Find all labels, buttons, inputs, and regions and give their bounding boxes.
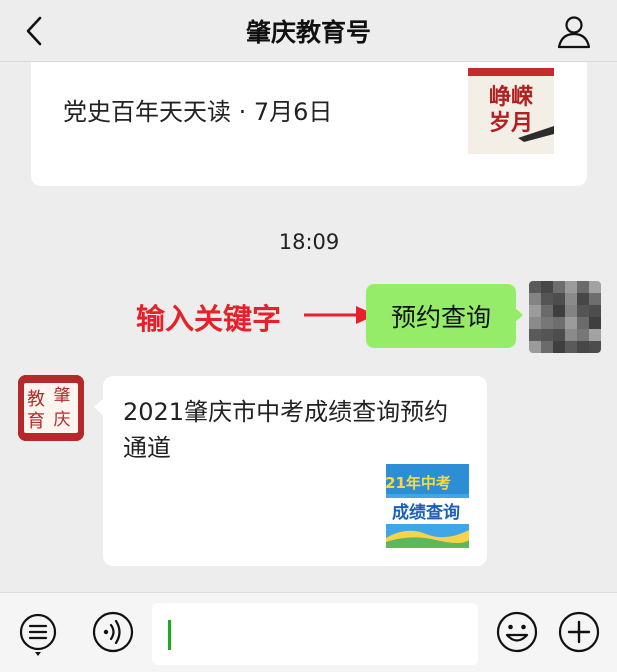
chat-title: 肇庆教育号 — [245, 17, 371, 47]
avatar-pixel — [529, 281, 541, 293]
profile-icon[interactable] — [555, 12, 593, 50]
avatar-pixel — [529, 293, 541, 305]
emoji-icon[interactable] — [495, 610, 539, 654]
svg-text:岁月: 岁月 — [489, 110, 533, 136]
bubble-tail — [513, 306, 523, 324]
avatar-pixel — [553, 317, 565, 329]
avatar-pixel — [577, 329, 589, 341]
plus-icon[interactable] — [557, 610, 601, 654]
message-timestamp: 18:09 — [278, 230, 340, 254]
avatar-pixel — [541, 317, 553, 329]
avatar-pixel — [553, 305, 565, 317]
message-input[interactable] — [152, 603, 478, 665]
avatar-pixel — [565, 329, 577, 341]
sent-message-bubble[interactable]: 预约查询 — [366, 284, 516, 348]
avatar-pixel — [529, 317, 541, 329]
avatar-pixel — [565, 341, 577, 353]
avatar-pixel — [565, 317, 577, 329]
avatar-pixel — [565, 305, 577, 317]
avatar-pixel — [565, 281, 577, 293]
input-toolbar — [0, 592, 617, 672]
back-icon[interactable] — [20, 14, 50, 48]
avatar-pixel — [529, 341, 541, 353]
avatar-pixel — [541, 329, 553, 341]
svg-text:庆: 庆 — [54, 410, 71, 430]
user-avatar[interactable] — [529, 281, 601, 353]
text-caret — [168, 620, 171, 650]
svg-text:肇: 肇 — [54, 386, 71, 406]
avatar-pixel — [541, 305, 553, 317]
avatar-pixel — [589, 293, 601, 305]
avatar-pixel — [553, 329, 565, 341]
avatar-pixel — [541, 293, 553, 305]
avatar-pixel — [589, 329, 601, 341]
avatar-pixel — [577, 281, 589, 293]
annotation-label: 输入关键字 — [136, 302, 282, 336]
avatar-pixel — [589, 305, 601, 317]
article-card-top[interactable]: 党史百年天天读 · 7月6日 峥嵘 岁月 — [31, 62, 587, 186]
svg-text:育: 育 — [27, 411, 45, 432]
avatar-pixel — [529, 305, 541, 317]
menu-list-icon[interactable] — [18, 613, 58, 657]
avatar-pixel — [577, 317, 589, 329]
avatar-pixel — [553, 293, 565, 305]
chat-header: 肇庆教育号 — [0, 0, 617, 62]
avatar-pixel — [553, 341, 565, 353]
avatar-pixel — [541, 281, 553, 293]
reply-thumbnail: 21年中考 成绩查询 — [386, 464, 469, 548]
avatar-pixel — [541, 341, 553, 353]
avatar-pixel — [577, 305, 589, 317]
reply-link-card[interactable]: 2021肇庆市中考成绩查询预约通道 21年中考 成绩查询 — [103, 376, 487, 566]
avatar-pixel — [529, 329, 541, 341]
avatar-pixel — [553, 281, 565, 293]
reply-title: 2021肇庆市中考成绩查询预约通道 — [123, 398, 449, 462]
avatar-pixel — [589, 281, 601, 293]
avatar-pixel — [589, 317, 601, 329]
svg-text:教: 教 — [27, 389, 45, 410]
article-thumbnail: 峥嵘 岁月 — [468, 68, 554, 154]
thumb-text-2: 成绩查询 — [392, 502, 460, 523]
avatar-pixel — [577, 341, 589, 353]
voice-icon[interactable] — [91, 610, 135, 654]
avatar-pixel — [589, 341, 601, 353]
thumb-text-1: 21年中考 — [386, 474, 451, 492]
article-title: 党史百年天天读 · 7月6日 — [63, 98, 333, 126]
avatar-pixel — [565, 293, 577, 305]
official-account-avatar[interactable]: 教 肇 育 庆 — [18, 375, 84, 441]
avatar-pixel — [577, 293, 589, 305]
svg-text:峥嵘: 峥嵘 — [489, 84, 533, 110]
